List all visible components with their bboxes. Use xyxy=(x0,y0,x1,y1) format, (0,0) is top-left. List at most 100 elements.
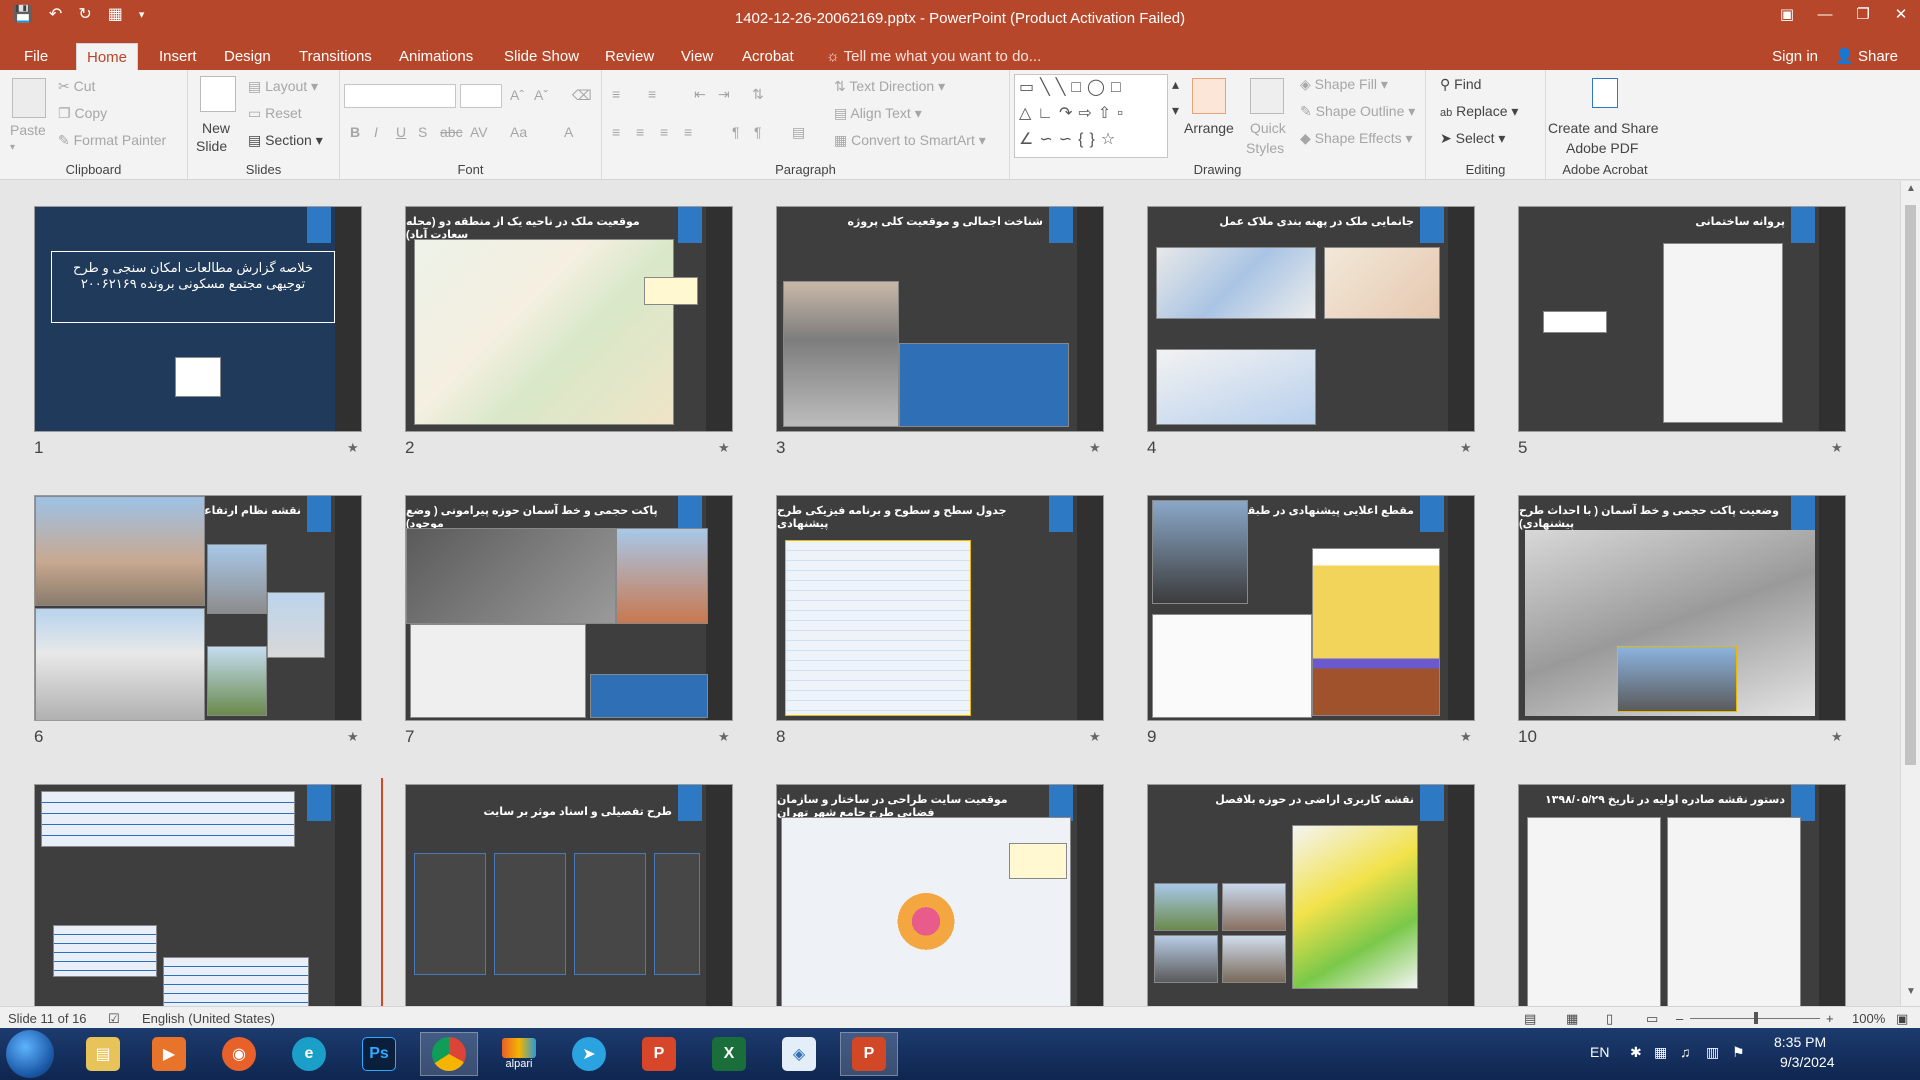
media-player-app[interactable]: ▶ xyxy=(140,1032,198,1076)
animation-star-icon[interactable]: ★ xyxy=(1460,440,1472,456)
clock-date[interactable]: 9/3/2024 xyxy=(1780,1054,1835,1070)
new-slide-button[interactable]: New xyxy=(202,120,230,136)
animation-star-icon[interactable]: ★ xyxy=(1831,729,1843,745)
shape-outline-button[interactable]: ✎ Shape Outline ▾ xyxy=(1300,103,1415,120)
shapes-scroll-up-icon[interactable]: ▴ xyxy=(1172,76,1179,93)
signal-icon[interactable]: ▥ xyxy=(1706,1044,1719,1061)
cut-button[interactable]: ✂ Cut xyxy=(58,78,95,95)
pdf-icon[interactable] xyxy=(1592,78,1618,108)
slide-sorter-view-icon[interactable]: ▦ xyxy=(1566,1011,1578,1027)
shadow-icon[interactable]: S xyxy=(418,124,427,140)
copy-button[interactable]: ❐ Copy xyxy=(58,105,107,122)
align-center-icon[interactable]: ≡ xyxy=(636,124,644,140)
tab-design[interactable]: Design xyxy=(214,43,281,70)
slide-thumbnail-3[interactable]: شناخت اجمالی و موقعیت کلی پروژه xyxy=(776,206,1104,432)
slide-thumbnail-7[interactable]: پاکت حجمی و خط آسمان حوزه پیرامونی ( وضع… xyxy=(405,495,733,721)
tab-view[interactable]: View xyxy=(671,43,723,70)
find-button[interactable]: ⚲ Find xyxy=(1440,76,1481,93)
bluetooth-icon[interactable]: ✱ xyxy=(1630,1044,1642,1061)
char-spacing-icon[interactable]: AV xyxy=(470,124,488,140)
language-indicator[interactable]: English (United States) xyxy=(142,1011,275,1026)
tab-slide-show[interactable]: Slide Show xyxy=(494,43,589,70)
replace-button[interactable]: ab Replace ▾ xyxy=(1440,103,1518,120)
animation-star-icon[interactable]: ★ xyxy=(1831,440,1843,456)
reading-view-icon[interactable]: ▯ xyxy=(1606,1011,1613,1027)
animation-star-icon[interactable]: ★ xyxy=(1460,729,1472,745)
font-name-input[interactable] xyxy=(344,84,456,108)
slide-thumbnail-4[interactable]: جانمایی ملک در پهنه بندی ملاک عمل xyxy=(1147,206,1475,432)
slide-thumbnail-6[interactable]: نقشه نظام ارتفاعی در حوزه xyxy=(34,495,362,721)
firefox-app[interactable]: ◉ xyxy=(210,1032,268,1076)
slide-thumbnail-8[interactable]: جدول سطح و سطوح و برنامه فیزیکی طرح پیشن… xyxy=(776,495,1104,721)
text-direction-button[interactable]: ⇅ Text Direction ▾ xyxy=(834,78,945,95)
explorer-app[interactable]: ▤ xyxy=(74,1032,132,1076)
italic-icon[interactable]: I xyxy=(374,124,378,140)
slide-thumbnail-13[interactable]: موقعیت سایت طراحی در ساختار و سازمان فضا… xyxy=(776,784,1104,1006)
edge-app[interactable]: e xyxy=(280,1032,338,1076)
slide-thumbnail-15[interactable]: دستور نقشه صادره اولیه در تاریخ ۱۳۹۸/۰۵/… xyxy=(1518,784,1846,1006)
slide-thumbnail-11[interactable] xyxy=(34,784,362,1006)
grow-font-icon[interactable]: Aˆ xyxy=(510,87,524,103)
zoom-out-icon[interactable]: – xyxy=(1676,1011,1683,1026)
change-case-icon[interactable]: Aa xyxy=(510,124,527,140)
animation-star-icon[interactable]: ★ xyxy=(718,440,730,456)
paste-button[interactable]: Paste xyxy=(10,122,46,138)
underline-icon[interactable]: U xyxy=(396,124,406,140)
slide-thumbnail-10[interactable]: وضعیت پاکت حجمی و خط آسمان ( با احداث طر… xyxy=(1518,495,1846,721)
clear-format-icon[interactable]: ⌫ xyxy=(572,87,592,104)
zoom-level[interactable]: 100% xyxy=(1852,1011,1885,1026)
normal-view-icon[interactable]: ▤ xyxy=(1524,1011,1536,1027)
pomodoro-app[interactable]: P xyxy=(630,1032,688,1076)
decrease-indent-icon[interactable]: ⇤ xyxy=(694,86,706,103)
create-share-pdf-button[interactable]: Create and Share xyxy=(1548,120,1659,136)
create-share-pdf-label-2[interactable]: Adobe PDF xyxy=(1566,140,1638,156)
align-text-button[interactable]: ▤ Align Text ▾ xyxy=(834,105,922,122)
increase-indent-icon[interactable]: ⇥ xyxy=(718,86,730,103)
vertical-scrollbar[interactable]: ▲ ▼ xyxy=(1900,181,1920,1006)
paint-app[interactable]: ◈ xyxy=(770,1032,828,1076)
slide-thumbnail-1[interactable]: خلاصه گزارش مطالعات امکان سنجی و طرح توج… xyxy=(34,206,362,432)
bullets-icon[interactable]: ≡ xyxy=(612,86,620,102)
alpari-app[interactable]: alpari xyxy=(490,1032,548,1076)
scroll-thumb[interactable] xyxy=(1905,205,1916,765)
zoom-slider-handle[interactable] xyxy=(1754,1012,1758,1024)
tab-file[interactable]: File xyxy=(14,43,58,70)
shape-effects-button[interactable]: ◆ Shape Effects ▾ xyxy=(1300,130,1413,147)
font-size-input[interactable] xyxy=(460,84,502,108)
tab-insert[interactable]: Insert xyxy=(149,43,207,70)
volume-icon[interactable]: ♫ xyxy=(1680,1044,1691,1060)
format-painter-button[interactable]: ✎ Format Painter xyxy=(58,132,166,149)
bold-icon[interactable]: B xyxy=(350,124,360,140)
numbering-icon[interactable]: ≡ xyxy=(648,86,656,102)
align-left-icon[interactable]: ≡ xyxy=(612,124,620,140)
slide-thumbnail-2[interactable]: موقعیت ملک در ناحیه یک از منطقه دو (محله… xyxy=(405,206,733,432)
animation-star-icon[interactable]: ★ xyxy=(1089,440,1101,456)
font-color-icon[interactable]: A xyxy=(564,124,573,140)
tab-home[interactable]: Home xyxy=(76,43,139,70)
layout-button[interactable]: ▤ Layout ▾ xyxy=(248,78,318,95)
tab-acrobat[interactable]: Acrobat xyxy=(732,43,804,70)
ribbon-display-icon[interactable]: ▣ xyxy=(1768,0,1806,28)
shapes-scroll-down-icon[interactable]: ▾ xyxy=(1172,102,1179,119)
spellcheck-icon[interactable]: ☑ xyxy=(108,1011,120,1027)
quick-styles-icon[interactable] xyxy=(1250,78,1284,114)
powerpoint-app[interactable]: P xyxy=(840,1032,898,1076)
rtl-icon[interactable]: ¶ xyxy=(754,124,762,140)
sign-in-link[interactable]: Sign in xyxy=(1772,43,1818,70)
paste-icon[interactable] xyxy=(12,78,46,118)
slide-thumbnail-14[interactable]: نقشه کاربری اراضی در حوزه بلافصل xyxy=(1147,784,1475,1006)
paste-dropdown-icon[interactable]: ▾ xyxy=(10,142,15,153)
select-button[interactable]: ➤ Select ▾ xyxy=(1440,130,1505,147)
share-button[interactable]: 👤 Share xyxy=(1835,43,1898,70)
tell-me-search[interactable]: ☼ Tell me what you want to do... xyxy=(826,43,1041,70)
convert-smartart-button[interactable]: ▦ Convert to SmartArt ▾ xyxy=(834,132,986,149)
excel-app[interactable]: X xyxy=(700,1032,758,1076)
tab-transitions[interactable]: Transitions xyxy=(289,43,382,70)
close-icon[interactable]: ✕ xyxy=(1882,0,1920,28)
quick-styles-label-2[interactable]: Styles xyxy=(1246,140,1284,156)
section-button[interactable]: ▤ Section ▾ xyxy=(248,132,323,149)
slide-thumbnail-12[interactable]: طرح تفصیلی و اسناد موثر بر سایت xyxy=(405,784,733,1006)
align-right-icon[interactable]: ≡ xyxy=(660,124,668,140)
animation-star-icon[interactable]: ★ xyxy=(1089,729,1101,745)
arrange-icon[interactable] xyxy=(1192,78,1226,114)
